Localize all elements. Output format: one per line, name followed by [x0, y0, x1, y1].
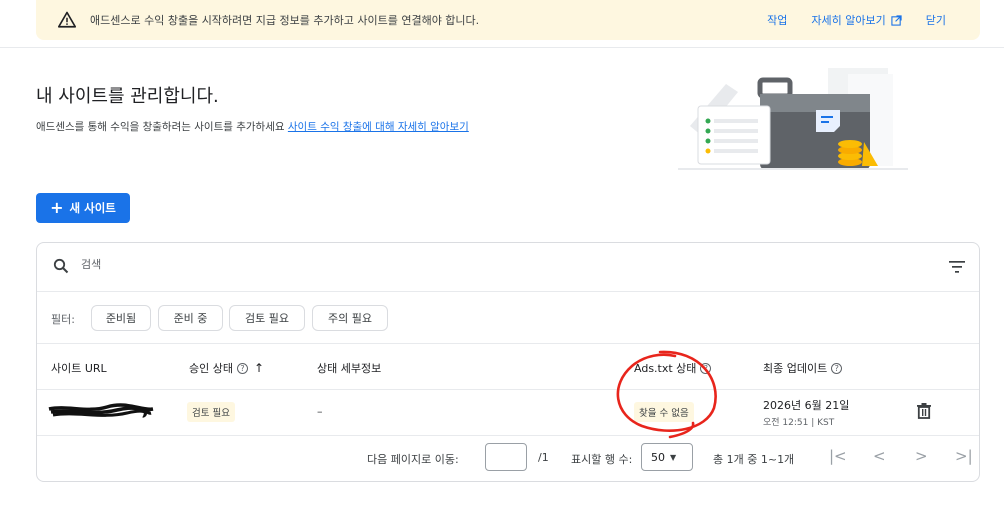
status-detail: –: [317, 405, 323, 418]
column-detail-label: 상태 세부정보: [317, 362, 382, 375]
page-title: 내 사이트를 관리합니다.: [36, 86, 219, 107]
rows-per-page-select[interactable]: 50 ▼: [641, 443, 693, 471]
table-row: 검토 필요 – 찾을 수 없음 2026년 6월 21일 오전 12:51 | …: [37, 389, 979, 436]
column-header-approval[interactable]: 승인 상태 ? ↑: [189, 360, 264, 376]
search-bar: [37, 243, 979, 292]
rows-per-page-label: 표시할 행 수:: [571, 453, 633, 466]
pagination-bar: 다음 페이지로 이동: /1 표시할 행 수: 50 ▼ 총 1개 중 1~1개…: [37, 435, 979, 481]
sites-table-card: 필터: 준비됨 준비 중 검토 필요 주의 필요 사이트 URL 승인 상태 ?…: [36, 242, 980, 482]
banner-learn-more-label: 자세히 알아보기: [811, 14, 886, 27]
table-header: 사이트 URL 승인 상태 ? ↑ 상태 세부정보 Ads.txt 상태 ? 최…: [37, 343, 979, 390]
last-page-icon[interactable]: >|: [955, 447, 973, 465]
rows-per-page-value: 50: [651, 450, 665, 464]
help-icon[interactable]: ?: [236, 362, 248, 374]
page-number-input[interactable]: [485, 443, 527, 471]
last-update-date: 2026년 6월 21일: [763, 399, 850, 412]
column-header-updated: 최종 업데이트 ?: [763, 360, 843, 376]
adstxt-status-badge: 찾을 수 없음: [634, 402, 694, 422]
banner-close-link[interactable]: 닫기: [926, 12, 946, 28]
open-external-icon: [891, 14, 902, 26]
help-icon[interactable]: ?: [831, 362, 843, 374]
goto-page-label: 다음 페이지로 이동:: [367, 453, 459, 466]
subtitle-text: 애드센스를 통해 수익을 창출하려는 사이트를 추가하세요: [36, 121, 285, 133]
filter-list-icon[interactable]: [949, 260, 965, 274]
last-update-time: 오전 12:51 | KST: [763, 418, 835, 428]
filter-chip-needs-attention[interactable]: 주의 필요: [312, 305, 388, 331]
banner-message: 애드센스로 수익 창출을 시작하려면 지급 정보를 추가하고 사이트를 연결해야…: [90, 14, 480, 27]
search-icon: [53, 258, 69, 274]
column-approval-label: 승인 상태: [189, 362, 233, 375]
total-pages: /1: [538, 451, 549, 464]
help-icon[interactable]: ?: [700, 362, 712, 374]
column-updated-label: 최종 업데이트: [763, 362, 828, 375]
new-site-button[interactable]: + 새 사이트: [36, 193, 130, 223]
first-page-icon[interactable]: |<: [829, 447, 847, 465]
approval-status-badge: 검토 필요: [187, 402, 235, 422]
header-divider: [0, 47, 1004, 48]
row-range: 총 1개 중 1~1개: [713, 453, 795, 466]
column-header-adstxt: Ads.txt 상태 ?: [634, 360, 712, 376]
search-input[interactable]: [79, 257, 483, 272]
filter-chip-ready[interactable]: 준비됨: [91, 305, 151, 331]
page-subtitle: 애드센스를 통해 수익을 창출하려는 사이트를 추가하세요 사이트 수익 창출에…: [36, 119, 469, 134]
notification-banner: 애드센스로 수익 창출을 시작하려면 지급 정보를 추가하고 사이트를 연결해야…: [36, 0, 980, 40]
banner-learn-more-link[interactable]: 자세히 알아보기: [811, 12, 902, 28]
warning-icon: [58, 11, 76, 28]
column-adstxt-label: Ads.txt 상태: [634, 362, 697, 375]
filter-chip-needs-review[interactable]: 검토 필요: [229, 305, 305, 331]
delete-icon[interactable]: [917, 403, 931, 419]
column-header-url[interactable]: 사이트 URL: [51, 360, 107, 376]
column-header-detail: 상태 세부정보: [317, 360, 381, 376]
new-site-label: 새 사이트: [69, 201, 116, 215]
filter-chips: 필터: 준비됨 준비 중 검토 필요 주의 필요: [37, 291, 979, 344]
briefcase-illustration: [678, 68, 908, 170]
filter-label: 필터:: [51, 313, 75, 326]
column-url-label: 사이트 URL: [51, 362, 107, 375]
banner-action-link[interactable]: 작업: [767, 12, 787, 28]
filter-chip-preparing[interactable]: 준비 중: [158, 305, 223, 331]
sort-ascending-icon: ↑: [253, 361, 265, 375]
plus-icon: +: [50, 198, 64, 217]
next-page-icon[interactable]: >: [915, 447, 928, 465]
previous-page-icon[interactable]: <: [873, 447, 886, 465]
dropdown-arrow-icon: ▼: [670, 452, 677, 462]
redaction-scribble: [48, 403, 154, 418]
monetization-learn-more-link[interactable]: 사이트 수익 창출에 대해 자세히 알아보기: [288, 121, 469, 133]
